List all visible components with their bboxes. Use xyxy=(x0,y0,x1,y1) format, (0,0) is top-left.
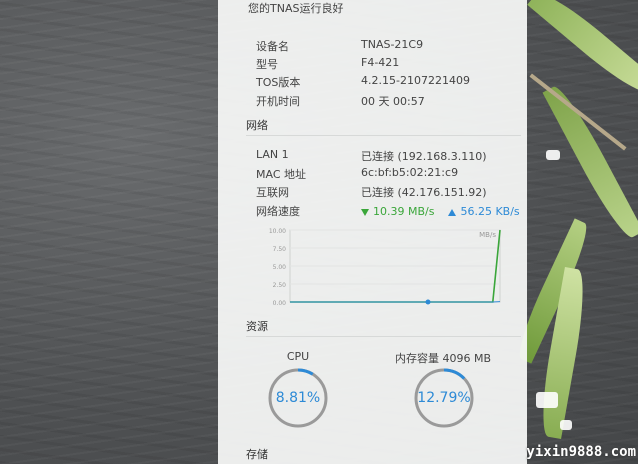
section-divider xyxy=(246,336,521,337)
mac-address-label: MAC 地址 xyxy=(256,168,306,181)
upload-speed: 56.25 KB/s xyxy=(448,205,520,218)
model-label: 型号 xyxy=(256,58,278,71)
lan1-label: LAN 1 xyxy=(256,148,289,161)
uptime-value: 00 天 00:57 xyxy=(361,95,425,108)
section-divider xyxy=(246,135,521,136)
health-status-text: 您的TNAS运行良好 xyxy=(248,2,344,15)
salt-crystal xyxy=(536,392,558,408)
model-value: F4-421 xyxy=(361,56,400,69)
memory-label: 内存容量 4096 MB xyxy=(394,352,492,365)
salt-crystal xyxy=(560,420,572,430)
device-name-value: TNAS-21C9 xyxy=(361,38,424,51)
memory-usage-value: 12.79% xyxy=(417,390,471,406)
y-tick-label: 2.50 xyxy=(273,282,287,289)
resources-section-title: 资源 xyxy=(246,320,268,333)
network-section-title: 网络 xyxy=(246,119,268,132)
chart-data-point xyxy=(425,299,431,305)
cpu-usage-value: 8.81% xyxy=(275,390,321,406)
download-speed: 10.39 MB/s xyxy=(361,205,434,218)
site-watermark: yixin9888.com xyxy=(526,444,636,460)
chart-unit-label: MB/s xyxy=(479,231,496,239)
cpu-gauge-fill-arc xyxy=(297,368,314,376)
cpu-label: CPU xyxy=(286,350,310,363)
storage-section-title: 存储 xyxy=(246,448,268,461)
internet-value: 已连接 (42.176.151.92) xyxy=(361,186,487,199)
upload-arrow-icon xyxy=(448,208,457,216)
salt-crystal xyxy=(546,150,560,160)
network-speed-value: 10.39 MB/s 56.25 KB/s xyxy=(361,205,520,218)
network-speed-chart: 10.00 7.50 5.00 2.50 0.00 MB/s xyxy=(269,228,501,307)
upload-speed-text: 56.25 KB/s xyxy=(460,205,520,218)
lan1-value: 已连接 (192.168.3.110) xyxy=(361,150,487,163)
system-status-panel: 您的TNAS运行良好 设备名 TNAS-21C9 型号 F4-421 TOS版本… xyxy=(218,0,527,464)
device-name-label: 设备名 xyxy=(256,40,289,53)
memory-gauge-fill-arc xyxy=(443,368,466,380)
mac-address-value: 6c:bf:b5:02:21:c9 xyxy=(361,166,459,179)
uptime-label: 开机时间 xyxy=(256,95,300,108)
y-tick-label: 0.00 xyxy=(273,300,287,307)
download-speed-text: 10.39 MB/s xyxy=(373,205,435,218)
download-arrow-icon xyxy=(361,208,369,216)
tos-version-value: 4.2.15-2107221409 xyxy=(361,74,470,87)
y-tick-label: 7.50 xyxy=(273,246,287,253)
tos-version-label: TOS版本 xyxy=(256,76,301,89)
y-tick-label: 10.00 xyxy=(269,228,286,235)
internet-label: 互联网 xyxy=(256,186,289,199)
network-speed-label: 网络速度 xyxy=(256,205,300,218)
y-tick-label: 5.00 xyxy=(273,264,287,271)
